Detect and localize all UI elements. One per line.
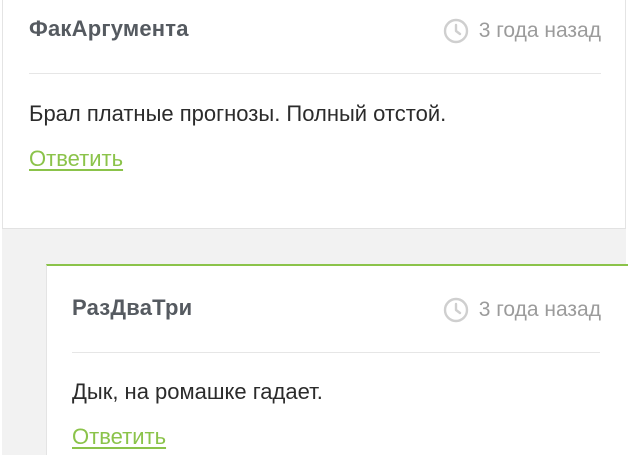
timestamp-text: 3 года назад xyxy=(478,19,601,42)
clock-icon xyxy=(443,297,468,323)
reply-comment: РазДваТри 3 года назад Дык, на ромашке г… xyxy=(46,264,628,455)
divider xyxy=(72,352,600,353)
comment-author[interactable]: ФакАргумента xyxy=(29,16,189,42)
comment-timestamp: 3 года назад xyxy=(443,297,601,323)
comment-text: Брал платные прогнозы. Полный отстой. xyxy=(29,101,447,126)
comment: ФакАргумента 3 года назад Брал платные п… xyxy=(2,0,626,228)
divider xyxy=(29,73,601,74)
comment-timestamp: 3 года назад xyxy=(443,18,601,44)
reply-link[interactable]: Ответить xyxy=(72,424,166,450)
reply-link[interactable]: Ответить xyxy=(29,146,123,172)
comments-section: ФакАргумента 3 года назад Брал платные п… xyxy=(0,0,628,455)
comment-text: Дык, на ромашке гадает. xyxy=(72,379,323,404)
clock-icon xyxy=(443,18,468,44)
timestamp-text: 3 года назад xyxy=(478,298,601,321)
comment-author[interactable]: РазДваТри xyxy=(72,295,192,321)
